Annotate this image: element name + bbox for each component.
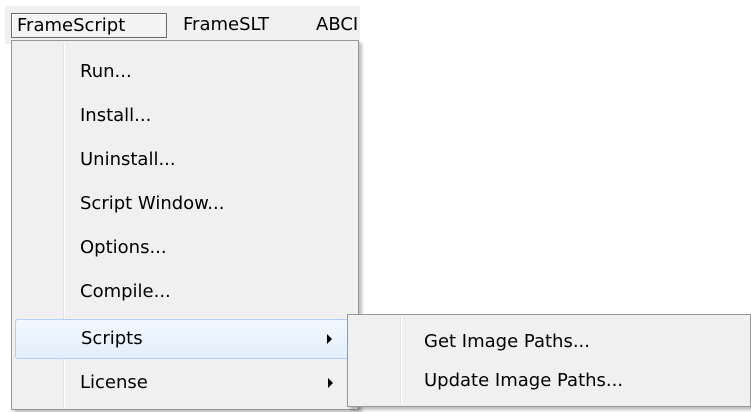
screen: FrameScript FrameSLT ABCI Run... Install… xyxy=(0,0,751,412)
menu-item-label: Get Image Paths... xyxy=(424,331,590,352)
menu-item-label: Options... xyxy=(80,237,167,258)
menu-item-label: Script Window... xyxy=(80,193,225,214)
menu-item-label: Run... xyxy=(80,61,132,82)
menu-item-label: Update Image Paths... xyxy=(424,370,624,391)
menu-item-script-window[interactable]: Script Window... xyxy=(15,184,355,224)
menu-item-update-image-paths[interactable]: Update Image Paths... xyxy=(351,361,747,401)
menu-item-label: Install... xyxy=(80,105,152,126)
menu-item-options[interactable]: Options... xyxy=(15,228,355,268)
menu-bar: FrameScript FrameSLT ABCI xyxy=(5,6,360,44)
chevron-right-icon xyxy=(327,334,332,344)
menu-item-license[interactable]: License xyxy=(15,363,355,403)
scripts-submenu: Get Image Paths... Update Image Paths... xyxy=(347,314,751,407)
menu-item-uninstall[interactable]: Uninstall... xyxy=(15,140,355,180)
menu-item-get-image-paths[interactable]: Get Image Paths... xyxy=(351,322,747,362)
menu-item-label: Compile... xyxy=(80,281,171,302)
menubar-item-abci[interactable]: ABCI xyxy=(311,13,360,38)
menu-item-compile[interactable]: Compile... xyxy=(15,272,355,312)
chevron-right-icon xyxy=(328,378,333,388)
menubar-item-framescript[interactable]: FrameScript xyxy=(11,13,167,38)
menu-item-label: License xyxy=(80,372,148,393)
framescript-menu: Run... Install... Uninstall... Script Wi… xyxy=(11,40,359,410)
menu-item-run[interactable]: Run... xyxy=(15,52,355,92)
menu-item-label: Uninstall... xyxy=(80,149,176,170)
menu-item-label: Scripts xyxy=(81,328,143,349)
menubar-item-frameslt[interactable]: FrameSLT xyxy=(178,13,274,38)
menu-item-scripts[interactable]: Scripts xyxy=(15,319,355,359)
menu-item-install[interactable]: Install... xyxy=(15,96,355,136)
